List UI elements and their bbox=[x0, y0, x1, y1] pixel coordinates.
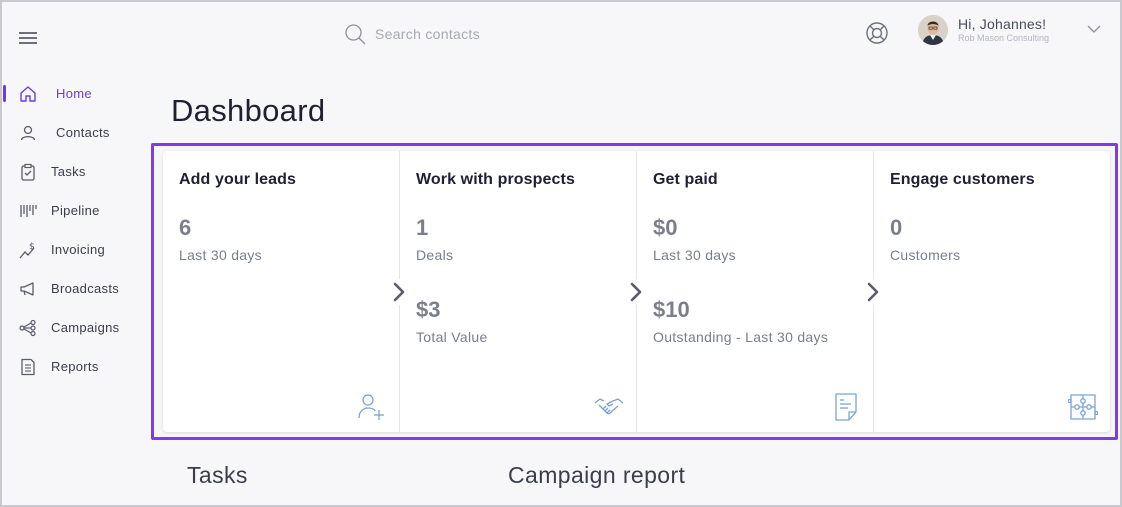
search-icon bbox=[345, 23, 366, 44]
sidebar-item-contacts[interactable]: Contacts bbox=[0, 113, 150, 152]
stat-value: 1 bbox=[416, 215, 429, 240]
invoice-icon bbox=[835, 393, 857, 421]
card-get-paid[interactable]: Get paid $0 Last 30 days $10 Outstanding… bbox=[637, 151, 883, 432]
card-title: Add your leads bbox=[179, 171, 296, 188]
sidebar-item-label: Broadcasts bbox=[51, 281, 120, 296]
stat-value: $3 bbox=[416, 297, 441, 322]
sidebar-item-label: Invoicing bbox=[51, 242, 106, 257]
help-lifebuoy-icon[interactable] bbox=[865, 21, 889, 45]
chevron-down-icon[interactable] bbox=[1087, 25, 1101, 34]
stat-label: Outstanding - Last 30 days bbox=[653, 329, 829, 345]
avatar bbox=[918, 15, 948, 45]
stat-label: Last 30 days bbox=[653, 247, 736, 263]
sidebar-item-label: Home bbox=[56, 86, 92, 101]
sidebar-item-reports[interactable]: Reports bbox=[0, 347, 150, 386]
campaigns-icon bbox=[18, 318, 38, 338]
stat-value: 0 bbox=[890, 215, 903, 240]
card-engage-customers[interactable]: Engage customers 0 Customers bbox=[874, 151, 1110, 432]
stat-value: $0 bbox=[653, 215, 678, 240]
megaphone-icon bbox=[18, 279, 38, 299]
card-title: Get paid bbox=[653, 171, 718, 188]
stat-value: 6 bbox=[179, 215, 192, 240]
hamburger-menu-icon[interactable] bbox=[19, 32, 37, 44]
card-work-with-prospects[interactable]: Work with prospects 1 Deals $3 Total Val… bbox=[400, 151, 646, 432]
user-greeting: Hi, Johannes! bbox=[958, 16, 1047, 32]
contacts-icon bbox=[18, 123, 38, 143]
tasks-section-title: Tasks bbox=[187, 462, 248, 488]
chevron-right-icon bbox=[863, 279, 883, 305]
sidebar-item-label: Reports bbox=[51, 359, 99, 374]
sidebar-item-label: Contacts bbox=[56, 125, 110, 140]
sidebar-item-label: Pipeline bbox=[51, 203, 100, 218]
sidebar-item-label: Tasks bbox=[51, 164, 86, 179]
card-title: Engage customers bbox=[890, 171, 1035, 188]
stat-label: Deals bbox=[416, 247, 454, 263]
handshake-icon bbox=[594, 398, 624, 415]
page-title: Dashboard bbox=[171, 93, 326, 128]
dashboard-cards: Add your leads 6 Last 30 days Work with … bbox=[163, 151, 1110, 432]
sidebar-item-campaigns[interactable]: Campaigns bbox=[0, 308, 150, 347]
chevron-right-icon bbox=[626, 279, 646, 305]
sidebar-item-tasks[interactable]: Tasks bbox=[0, 152, 150, 191]
search-bar[interactable] bbox=[345, 22, 605, 46]
sidebar-item-broadcasts[interactable]: Broadcasts bbox=[0, 269, 150, 308]
search-input[interactable] bbox=[375, 26, 595, 42]
user-menu[interactable]: Hi, Johannes! Rob Mason Consulting bbox=[918, 15, 1049, 45]
card-title: Work with prospects bbox=[416, 171, 575, 188]
pipeline-icon bbox=[18, 201, 38, 221]
sidebar-item-pipeline[interactable]: Pipeline bbox=[0, 191, 150, 230]
home-icon bbox=[18, 84, 38, 104]
user-company: Rob Mason Consulting bbox=[958, 33, 1050, 43]
chevron-right-icon bbox=[389, 279, 409, 305]
invoicing-icon: $ bbox=[18, 240, 38, 260]
reports-icon bbox=[18, 357, 38, 377]
tasks-icon bbox=[18, 162, 38, 182]
stat-label: Total Value bbox=[416, 329, 488, 345]
sidebar-item-label: Campaigns bbox=[51, 320, 120, 335]
stat-label: Last 30 days bbox=[179, 247, 262, 263]
sidebar-item-home[interactable]: Home bbox=[0, 74, 150, 113]
card-add-leads[interactable]: Add your leads 6 Last 30 days bbox=[163, 151, 409, 432]
stat-label: Customers bbox=[890, 247, 961, 263]
sidebar: Home Contacts Tasks Pipeline $ Invoicing… bbox=[0, 74, 150, 386]
svg-text:$: $ bbox=[29, 242, 35, 252]
stat-value: $10 bbox=[653, 297, 690, 322]
add-user-icon bbox=[358, 394, 384, 420]
campaign-report-section-title: Campaign report bbox=[508, 462, 686, 488]
sidebar-item-invoicing[interactable]: $ Invoicing bbox=[0, 230, 150, 269]
puzzle-icon bbox=[1068, 394, 1098, 420]
